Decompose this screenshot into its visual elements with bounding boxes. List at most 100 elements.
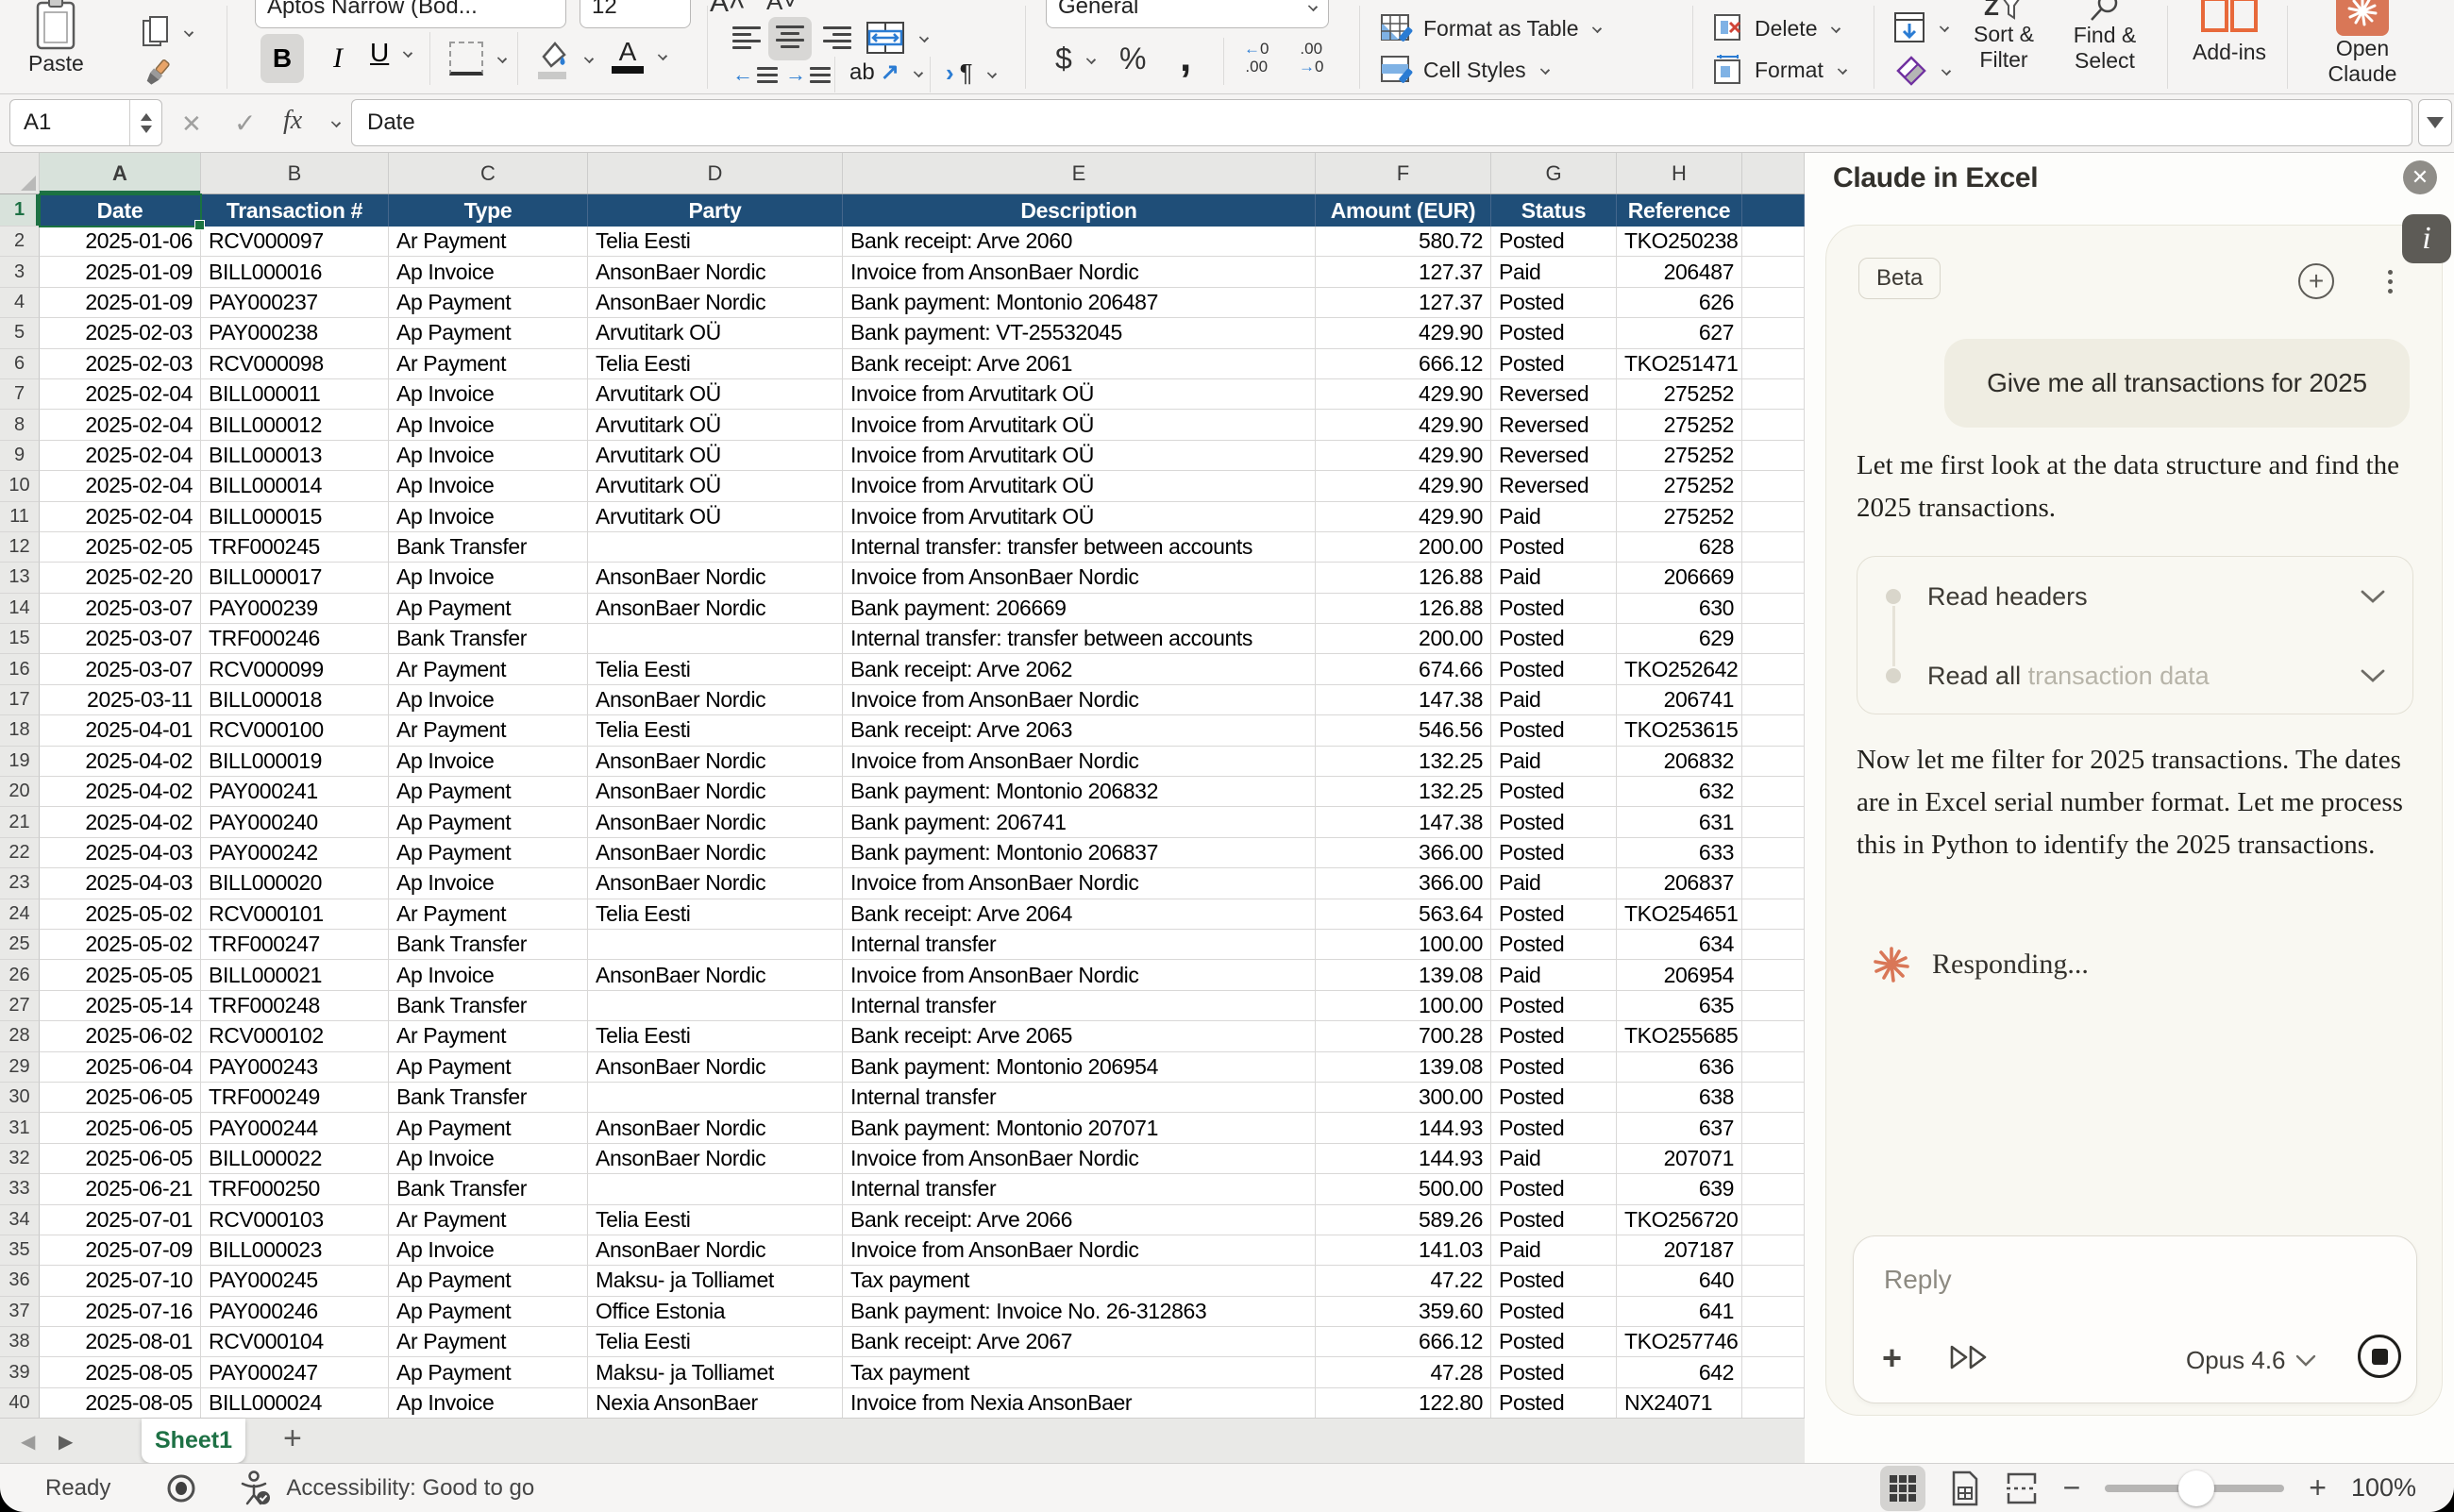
cell[interactable]: Ar Payment	[389, 1205, 588, 1235]
cell[interactable]: AnsonBaer Nordic	[588, 747, 843, 777]
cell[interactable]: 2025-07-10	[40, 1266, 201, 1296]
cell[interactable]: Ap Invoice	[389, 471, 588, 501]
cell[interactable]: Bank Transfer	[389, 624, 588, 654]
cell[interactable]: Paid	[1491, 685, 1617, 715]
cell[interactable]: 563.64	[1316, 899, 1491, 930]
cell[interactable]: Bank receipt: Arve 2062	[843, 654, 1316, 684]
cell[interactable]: TKO250238	[1617, 227, 1742, 257]
column-header-d[interactable]: D	[588, 153, 843, 193]
cell[interactable]: RCV000103	[201, 1205, 389, 1235]
cell[interactable]: 2025-03-11	[40, 685, 201, 715]
cell[interactable]: AnsonBaer Nordic	[588, 1052, 843, 1083]
paste-button[interactable]: Paste	[28, 0, 84, 76]
currency-button[interactable]: $	[1055, 42, 1095, 76]
cell[interactable]	[1742, 838, 1805, 868]
cell[interactable]: 144.93	[1316, 1144, 1491, 1174]
row-number[interactable]: 18	[0, 715, 40, 746]
cell[interactable]: Maksu- ja Tolliamet	[588, 1357, 843, 1387]
orientation-button[interactable]: ab ↗	[849, 59, 922, 86]
cell[interactable]: 207187	[1617, 1235, 1742, 1266]
row-number[interactable]: 10	[0, 471, 40, 501]
cell[interactable]: 642	[1617, 1357, 1742, 1387]
cell[interactable]: Arvutitark OÜ	[588, 318, 843, 348]
align-bottom-button[interactable]	[823, 26, 851, 49]
cell[interactable]: 2025-02-04	[40, 441, 201, 471]
cell[interactable]: RCV000099	[201, 654, 389, 684]
cell[interactable]: 200.00	[1316, 624, 1491, 654]
row-number[interactable]: 16	[0, 654, 40, 684]
cell[interactable]: Telia Eesti	[588, 1327, 843, 1357]
cell[interactable]: 2025-02-03	[40, 318, 201, 348]
decrease-decimal-button[interactable]: ←0.00	[1244, 40, 1269, 76]
fast-forward-icon[interactable]	[1948, 1344, 1992, 1370]
cell[interactable]: Posted	[1491, 899, 1617, 930]
cell[interactable]: 206741	[1617, 685, 1742, 715]
cell[interactable]: BILL000011	[201, 379, 389, 410]
decrease-font-icon[interactable]: A˅	[766, 0, 798, 16]
cell[interactable]: Ap Payment	[389, 1297, 588, 1327]
cell[interactable]: BILL000021	[201, 960, 389, 990]
fill-color-button[interactable]	[534, 36, 593, 81]
cell[interactable]: Arvutitark OÜ	[588, 379, 843, 410]
cell[interactable]: 674.66	[1316, 654, 1491, 684]
cell[interactable]: 366.00	[1316, 838, 1491, 868]
cell[interactable]	[1742, 502, 1805, 532]
row-number[interactable]: 11	[0, 502, 40, 532]
cell[interactable]	[1742, 747, 1805, 777]
cell[interactable]: Posted	[1491, 227, 1617, 257]
cell[interactable]: Reversed	[1491, 410, 1617, 440]
cell[interactable]	[1742, 257, 1805, 287]
cell[interactable]: 629	[1617, 624, 1742, 654]
cell[interactable]: TKO255685	[1617, 1021, 1742, 1051]
cell[interactable]: Invoice from Arvutitark OÜ	[843, 410, 1316, 440]
cell[interactable]	[1742, 715, 1805, 746]
cell[interactable]: 2025-05-14	[40, 991, 201, 1021]
cell[interactable]: Bank payment: 206741	[843, 807, 1316, 837]
row-number[interactable]: 25	[0, 930, 40, 960]
row-number[interactable]: 3	[0, 257, 40, 287]
cell[interactable]: Posted	[1491, 288, 1617, 318]
cell[interactable]: Invoice from Arvutitark OÜ	[843, 379, 1316, 410]
bold-button[interactable]: B	[261, 34, 304, 83]
cell[interactable]: Posted	[1491, 1357, 1617, 1387]
cell[interactable]: Bank Transfer	[389, 930, 588, 960]
font-color-button[interactable]: A	[612, 38, 666, 74]
cell[interactable]: 2025-04-02	[40, 747, 201, 777]
cell[interactable]: 139.08	[1316, 960, 1491, 990]
align-middle-button[interactable]	[768, 17, 812, 60]
cell[interactable]: TRF000248	[201, 991, 389, 1021]
cell[interactable]: Bank receipt: Arve 2064	[843, 899, 1316, 930]
cell[interactable]: Internal transfer	[843, 930, 1316, 960]
cell[interactable]: 631	[1617, 807, 1742, 837]
cell[interactable]	[1742, 563, 1805, 593]
cell[interactable]: 47.22	[1316, 1266, 1491, 1296]
cell[interactable]: PAY000244	[201, 1113, 389, 1143]
cell[interactable]: Bank payment: Montonio 206487	[843, 288, 1316, 318]
row-number[interactable]: 31	[0, 1113, 40, 1143]
cell[interactable]: 2025-07-16	[40, 1297, 201, 1327]
cell[interactable]: 206832	[1617, 747, 1742, 777]
cell[interactable]: PAY000247	[201, 1357, 389, 1387]
cell[interactable]: Reversed	[1491, 379, 1617, 410]
cell[interactable]: Ap Payment	[389, 807, 588, 837]
cell[interactable]: Invoice from Nexia AnsonBaer	[843, 1388, 1316, 1418]
row-number[interactable]: 5	[0, 318, 40, 348]
cell[interactable]: Tax payment	[843, 1357, 1316, 1387]
sort-filter-button[interactable]: Z Sort &Filter	[1961, 0, 2046, 73]
cell[interactable]	[1742, 1327, 1805, 1357]
cell[interactable]	[1742, 227, 1805, 257]
addins-button[interactable]: Add-ins	[2192, 0, 2267, 65]
cell[interactable]: Posted	[1491, 838, 1617, 868]
cell[interactable]: 2025-06-02	[40, 1021, 201, 1051]
cell[interactable]	[1742, 960, 1805, 990]
cell[interactable]: Posted	[1491, 1113, 1617, 1143]
cell[interactable]: AnsonBaer Nordic	[588, 777, 843, 807]
cell[interactable]: 126.88	[1316, 563, 1491, 593]
cell[interactable]: Bank receipt: Arve 2065	[843, 1021, 1316, 1051]
select-all-corner[interactable]	[0, 153, 40, 193]
cell[interactable]: Posted	[1491, 715, 1617, 746]
cell[interactable]: 207071	[1617, 1144, 1742, 1174]
cell[interactable]: Paid	[1491, 502, 1617, 532]
cell[interactable]: Office Estonia	[588, 1297, 843, 1327]
cell[interactable]: 100.00	[1316, 991, 1491, 1021]
